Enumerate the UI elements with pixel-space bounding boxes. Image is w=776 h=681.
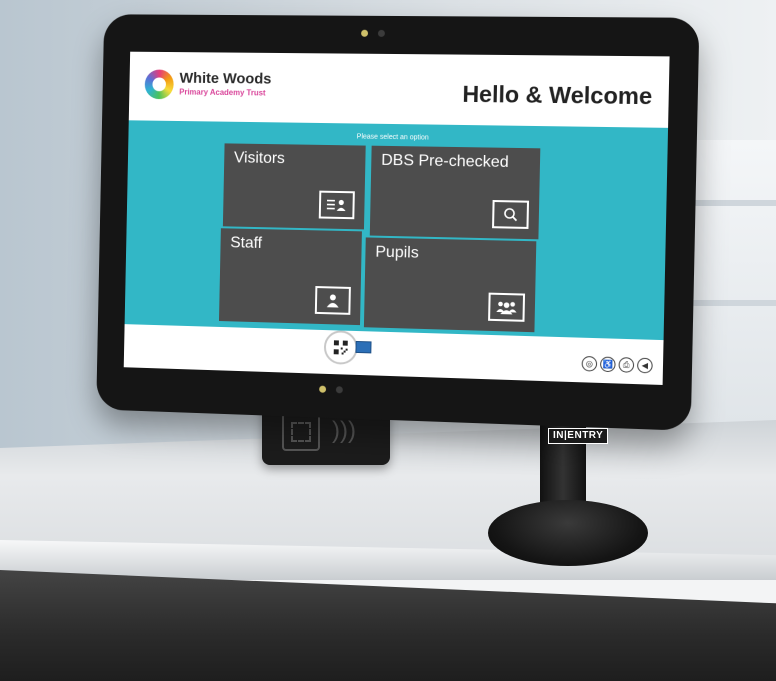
visitors-button[interactable]: Visitors [223, 143, 366, 229]
camera-dot [336, 386, 343, 393]
org-name: White Woods [179, 70, 271, 88]
reader-qr-icon [282, 413, 320, 451]
reader-nfc-icon: ))) [332, 417, 356, 445]
org-subtitle: Primary Academy Trust [179, 88, 266, 98]
pupils-label: Pupils [375, 244, 419, 263]
dbs-pre-checked-button[interactable]: DBS Pre-checked [370, 146, 541, 240]
school-logo-icon [145, 69, 174, 99]
id-card-icon [319, 191, 355, 220]
printer-icon[interactable]: ⎙ [618, 357, 634, 373]
tablet-device: White Woods Primary Academy Trust Hello … [96, 14, 699, 431]
camera-dot [319, 386, 326, 393]
pupils-button[interactable]: Pupils [364, 237, 536, 332]
screen-header: White Woods Primary Academy Trust Hello … [129, 52, 670, 128]
select-prompt: Please select an option [128, 130, 667, 145]
nfc-card-icon[interactable] [355, 341, 371, 353]
option-panel: Please select an option Visitors DBS Pre… [125, 120, 668, 340]
group-icon [488, 293, 525, 322]
footer-tray: ◎ ♿ ⎙ ◀ [582, 356, 653, 373]
camera-dot [378, 30, 385, 37]
staff-button[interactable]: Staff [219, 228, 362, 325]
visitors-label: Visitors [234, 149, 285, 168]
brand-logo: IN|ENTRY [548, 428, 608, 444]
accessibility-icon[interactable]: ♿ [600, 357, 616, 373]
person-badge-icon [315, 286, 351, 315]
staff-label: Staff [230, 234, 262, 253]
kiosk-screen: White Woods Primary Academy Trust Hello … [124, 52, 670, 385]
desk-underside [0, 570, 776, 681]
stand-base [488, 500, 648, 566]
welcome-title: Hello & Welcome [462, 81, 652, 111]
globe-icon[interactable]: ◎ [582, 356, 598, 372]
camera-dot [361, 30, 368, 37]
dbs-label: DBS Pre-checked [381, 152, 509, 172]
volume-icon[interactable]: ◀ [637, 358, 653, 374]
qr-code-icon[interactable] [324, 330, 358, 365]
search-icon [492, 200, 529, 229]
